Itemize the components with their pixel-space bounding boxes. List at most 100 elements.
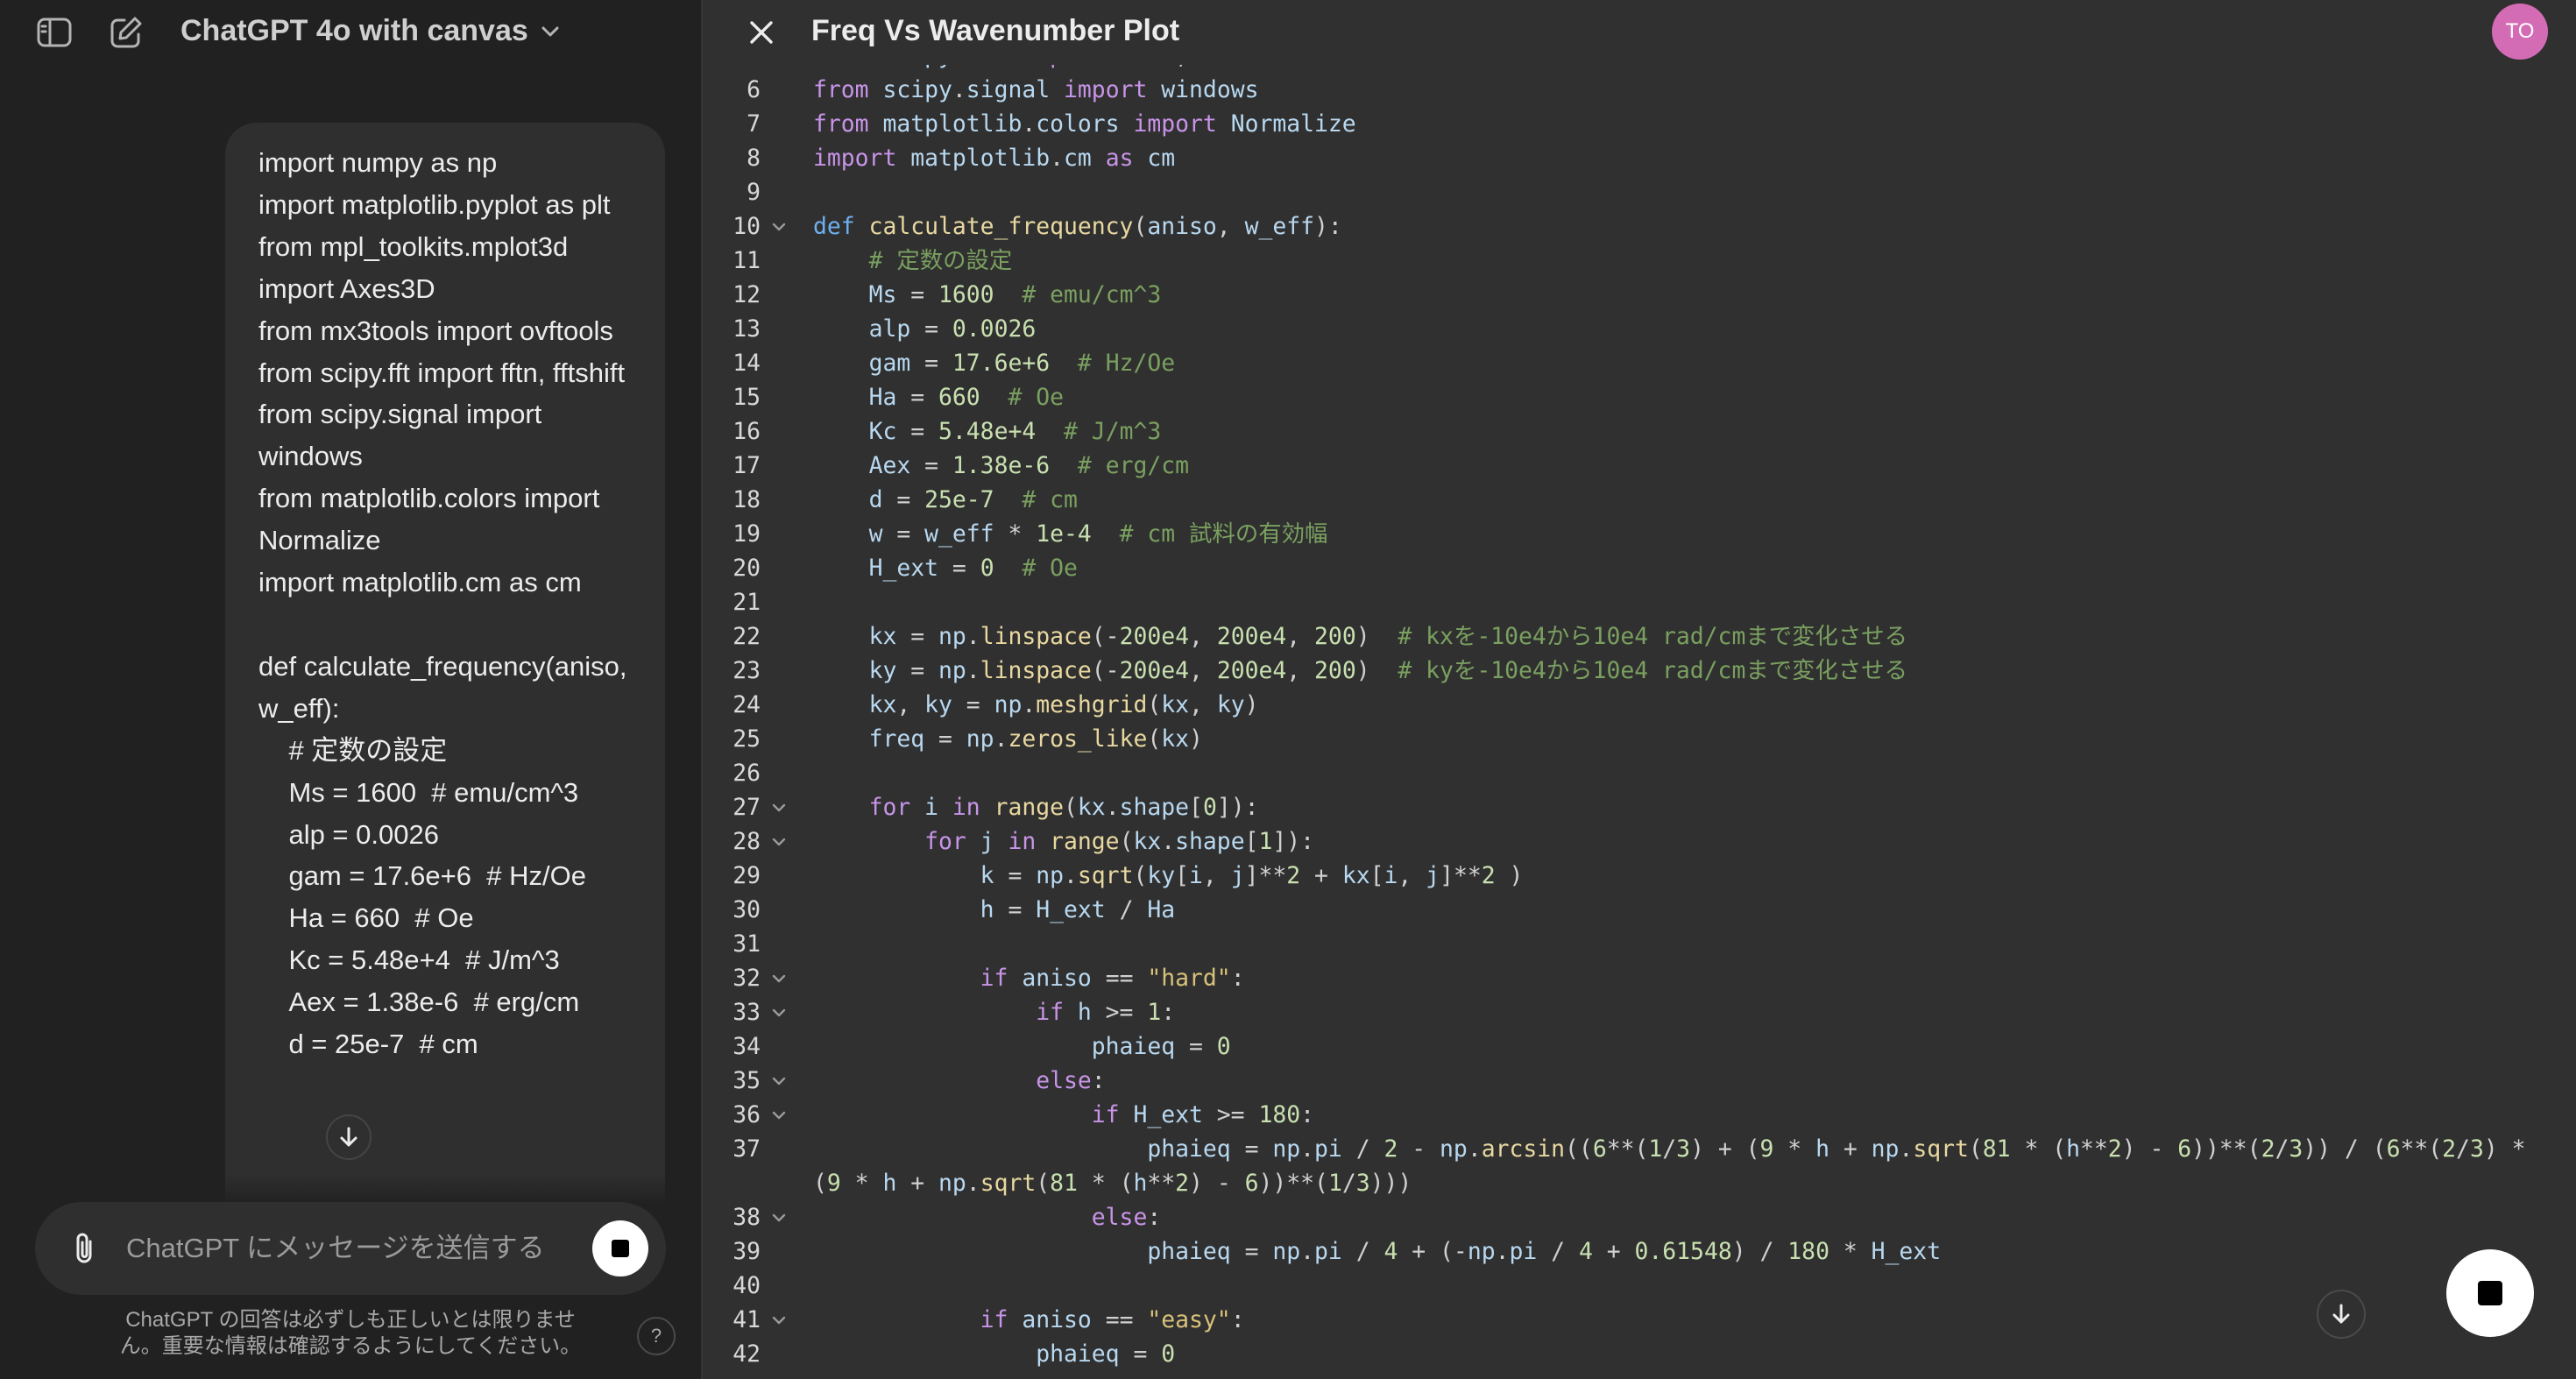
code-text: from scipy.signal import windows — [813, 76, 1259, 103]
code-line[interactable]: 15 Ha = 660 # Oe — [703, 380, 2576, 414]
code-line[interactable]: 20 H_ext = 0 # Oe — [703, 551, 2576, 585]
model-selector[interactable]: ChatGPT 4o with canvas — [180, 14, 560, 48]
code-line[interactable]: 19 w = w_eff * 1e-4 # cm 試料の有効幅 — [703, 517, 2576, 551]
code-line[interactable]: 7 from matplotlib.colors import Normalize — [703, 107, 2576, 141]
code-line[interactable]: 32 if aniso == "hard": — [703, 961, 2576, 995]
code-line[interactable]: 25 freq = np.zeros_like(kx) — [703, 722, 2576, 756]
code-line[interactable]: 36 if H_ext >= 180: — [703, 1098, 2576, 1132]
code-line[interactable]: 37 phaieq = np.pi / 2 - np.arcsin((6**(1… — [703, 1132, 2576, 1200]
scroll-to-bottom-button[interactable] — [2317, 1290, 2366, 1339]
code-text: if h >= 1: — [1036, 999, 1176, 1026]
code-line[interactable]: 23 ky = np.linspace(-200e4, 200e4, 200) … — [703, 654, 2576, 688]
code-text: kx = np.linspace(-200e4, 200e4, 200) # k… — [868, 623, 1908, 650]
code-line[interactable]: 31 — [703, 927, 2576, 961]
code-line[interactable]: 29 k = np.sqrt(ky[i, j]**2 + kx[i, j]**2… — [703, 859, 2576, 893]
line-number: 11 — [732, 247, 761, 274]
line-number: 17 — [732, 452, 761, 479]
code-line[interactable]: 11 # 定数の設定 — [703, 244, 2576, 278]
messages-fade — [0, 1174, 701, 1204]
code-editor[interactable]: 5from scipy.fft import fftn, fftshift6fr… — [703, 39, 2576, 1379]
line-number: 33 — [732, 999, 761, 1026]
code-text: phaieq = 0 — [1036, 1340, 1176, 1368]
code-text: if aniso == "easy": — [980, 1306, 1245, 1333]
code-text: if H_ext >= 180: — [1091, 1101, 1315, 1128]
code-line[interactable]: 12 Ms = 1600 # emu/cm^3 — [703, 278, 2576, 312]
line-number: 13 — [732, 315, 761, 343]
code-line[interactable]: 10 def calculate_frequency(aniso, w_eff): — [703, 209, 2576, 244]
code-line[interactable]: 27 for i in range(kx.shape[0]): — [703, 790, 2576, 824]
code-line[interactable]: 35 else: — [703, 1064, 2576, 1098]
line-number: 7 — [747, 110, 761, 138]
code-line[interactable]: 40 — [703, 1269, 2576, 1303]
line-number: 23 — [732, 657, 761, 684]
code-line[interactable]: 8 import matplotlib.cm as cm — [703, 141, 2576, 175]
disclaimer-text: ChatGPT の回答は必ずしも正しいとは限りません。重要な情報は確認するように… — [119, 1308, 582, 1358]
code-text: if aniso == "hard": — [980, 965, 1245, 992]
message-input[interactable] — [126, 1218, 599, 1279]
code-text: ky = np.linspace(-200e4, 200e4, 200) # k… — [868, 657, 1908, 684]
line-number: 9 — [747, 179, 761, 206]
code-text: alp = 0.0026 — [868, 315, 1037, 343]
line-number: 21 — [732, 589, 761, 616]
code-text: Kc = 5.48e+4 # J/m^3 — [868, 418, 1162, 445]
chevron-down-icon — [541, 26, 559, 36]
line-number: 16 — [732, 418, 761, 445]
code-line[interactable]: 9 — [703, 175, 2576, 209]
sidebar-toggle-icon[interactable] — [37, 15, 72, 50]
line-number: 35 — [732, 1067, 761, 1094]
code-line[interactable]: 41 if aniso == "easy": — [703, 1303, 2576, 1337]
code-line[interactable]: 26 — [703, 756, 2576, 790]
code-text: # 定数の設定 — [868, 247, 1013, 274]
code-line[interactable]: 39 phaieq = np.pi / 4 + (-np.pi / 4 + 0.… — [703, 1234, 2576, 1269]
line-number: 39 — [732, 1238, 761, 1265]
canvas-title: Freq Vs Wavenumber Plot — [811, 14, 1180, 47]
code-line[interactable]: 33 if h >= 1: — [703, 995, 2576, 1029]
line-number: 38 — [732, 1204, 761, 1231]
line-number: 27 — [732, 794, 761, 821]
code-text: freq = np.zeros_like(kx) — [868, 725, 1203, 753]
line-number: 8 — [747, 145, 761, 172]
code-line[interactable]: 6 from scipy.signal import windows — [703, 73, 2576, 107]
chat-panel: ChatGPT 4o with canvas import numpy as n… — [0, 0, 701, 1379]
scroll-to-bottom-button[interactable] — [326, 1114, 372, 1160]
compose-icon[interactable] — [109, 15, 144, 50]
code-line[interactable]: 34 phaieq = 0 — [703, 1029, 2576, 1064]
code-line[interactable]: 14 gam = 17.6e+6 # Hz/Oe — [703, 346, 2576, 380]
code-line[interactable]: 42 phaieq = 0 — [703, 1337, 2576, 1371]
code-line[interactable]: 16 Kc = 5.48e+4 # J/m^3 — [703, 414, 2576, 449]
avatar[interactable]: TO — [2492, 4, 2548, 60]
line-number: 29 — [732, 862, 761, 889]
stop-generating-button[interactable] — [592, 1220, 648, 1276]
code-text: from matplotlib.colors import Normalize — [813, 110, 1356, 138]
line-number: 26 — [732, 760, 761, 787]
code-line[interactable]: 28 for j in range(kx.shape[1]): — [703, 824, 2576, 859]
paperclip-icon[interactable] — [63, 1227, 105, 1269]
code-text: gam = 17.6e+6 # Hz/Oe — [868, 350, 1176, 377]
code-text: def calculate_frequency(aniso, w_eff): — [813, 213, 1342, 240]
code-line[interactable]: 38 else: — [703, 1200, 2576, 1234]
close-canvas-button[interactable] — [741, 12, 782, 53]
code-text: k = np.sqrt(ky[i, j]**2 + kx[i, j]**2 ) — [980, 862, 1524, 889]
canvas-header: Freq Vs Wavenumber Plot TO — [703, 0, 2576, 65]
code-text: else: — [1091, 1204, 1162, 1231]
stop-generating-button[interactable] — [2446, 1249, 2534, 1337]
code-line[interactable]: 24 kx, ky = np.meshgrid(kx, ky) — [703, 688, 2576, 722]
user-message: import numpy as np import matplotlib.pyp… — [225, 123, 665, 1204]
code-line[interactable]: 18 d = 25e-7 # cm — [703, 483, 2576, 517]
line-number: 10 — [732, 213, 761, 240]
code-line[interactable]: 21 — [703, 585, 2576, 619]
line-number: 12 — [732, 281, 761, 308]
code-line[interactable]: 13 alp = 0.0026 — [703, 312, 2576, 346]
code-line[interactable]: 17 Aex = 1.38e-6 # erg/cm — [703, 449, 2576, 483]
line-number: 40 — [732, 1272, 761, 1299]
code-text: phaieq = np.pi / 2 - np.arcsin((6**(1/3)… — [813, 1135, 2526, 1197]
line-number: 25 — [732, 725, 761, 753]
code-text: w = w_eff * 1e-4 # cm 試料の有効幅 — [868, 520, 1328, 548]
arrow-down-icon — [340, 1127, 357, 1147]
help-button[interactable]: ? — [637, 1317, 676, 1355]
code-text: Ha = 660 # Oe — [868, 384, 1065, 411]
code-line[interactable]: 30 h = H_ext / Ha — [703, 893, 2576, 927]
code-line[interactable]: 22 kx = np.linspace(-200e4, 200e4, 200) … — [703, 619, 2576, 654]
code-text: phaieq = np.pi / 4 + (-np.pi / 4 + 0.615… — [1147, 1238, 1942, 1265]
line-number: 22 — [732, 623, 761, 650]
